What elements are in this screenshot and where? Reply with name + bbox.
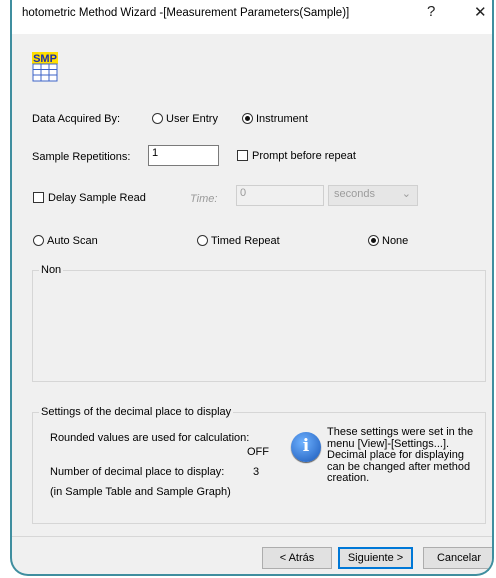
decimal-settings-title: Settings of the decimal place to display <box>39 406 234 418</box>
cancel-button[interactable]: Cancelar <box>423 547 492 569</box>
sample-repetitions-input[interactable]: 1 <box>148 145 219 166</box>
back-button[interactable]: < Atrás <box>262 547 332 569</box>
radio-instrument-circle[interactable] <box>242 113 253 124</box>
decimal-places-value: 3 <box>253 466 260 478</box>
smp-label: SMP <box>33 53 57 65</box>
window-title: hotometric Method Wizard -[Measurement P… <box>22 7 350 19</box>
time-unit-select[interactable]: seconds ⌄ <box>328 185 418 206</box>
time-unit-value: seconds <box>334 188 375 200</box>
radio-instrument[interactable]: Instrument <box>242 113 308 125</box>
help-button[interactable]: ? <box>427 3 435 20</box>
radio-user-entry-circle[interactable] <box>152 113 163 124</box>
info-line: These settings were set in the <box>327 426 474 438</box>
radio-none-circle[interactable] <box>368 235 379 246</box>
close-button[interactable]: ✕ <box>474 3 487 21</box>
rounded-values-value: OFF <box>247 446 269 458</box>
scope-note: (in Sample Table and Sample Graph) <box>50 486 231 498</box>
title-bar: hotometric Method Wizard -[Measurement P… <box>12 0 492 34</box>
wizard-window: hotometric Method Wizard -[Measurement P… <box>10 0 494 576</box>
radio-auto-scan[interactable]: Auto Scan <box>33 235 98 247</box>
info-line: creation. <box>327 472 370 484</box>
time-input[interactable]: 0 <box>236 185 324 206</box>
prompt-checkbox-label: Prompt before repeat <box>252 150 356 162</box>
prompt-before-repeat-checkbox[interactable]: Prompt before repeat <box>237 150 356 162</box>
radio-auto-scan-circle[interactable] <box>33 235 44 246</box>
sample-repetitions-label: Sample Repetitions: <box>32 151 131 163</box>
delay-checkbox-label: Delay Sample Read <box>48 192 146 204</box>
none-group-label: Non <box>39 264 64 276</box>
radio-timed-repeat-label: Timed Repeat <box>211 235 280 247</box>
footer-divider <box>12 536 492 537</box>
radio-none-label: None <box>382 235 409 247</box>
next-button[interactable]: Siguiente > <box>338 547 413 569</box>
info-text: These settings were set in the menu [Vie… <box>327 426 474 485</box>
radio-timed-repeat-circle[interactable] <box>197 235 208 246</box>
radio-user-entry-label: User Entry <box>166 113 218 125</box>
radio-auto-scan-label: Auto Scan <box>47 235 98 247</box>
prompt-checkbox-box[interactable] <box>237 150 248 161</box>
decimal-places-label: Number of decimal place to display: <box>50 466 225 478</box>
delay-sample-read-checkbox[interactable]: Delay Sample Read <box>33 192 146 204</box>
chevron-down-icon: ⌄ <box>401 188 411 200</box>
radio-instrument-label: Instrument <box>256 113 308 125</box>
info-line: Decimal place for displaying <box>327 449 464 461</box>
time-label: Time: <box>190 193 218 205</box>
none-group-box <box>32 270 486 382</box>
data-acquired-label: Data Acquired By: <box>32 113 121 125</box>
info-icon: i <box>291 432 321 462</box>
delay-checkbox-box[interactable] <box>33 192 44 203</box>
radio-timed-repeat[interactable]: Timed Repeat <box>197 235 280 247</box>
radio-none[interactable]: None <box>368 235 408 247</box>
rounded-values-label: Rounded values are used for calculation: <box>50 432 250 444</box>
radio-user-entry[interactable]: User Entry <box>152 113 218 125</box>
smp-table-icon: SMP <box>32 52 58 82</box>
